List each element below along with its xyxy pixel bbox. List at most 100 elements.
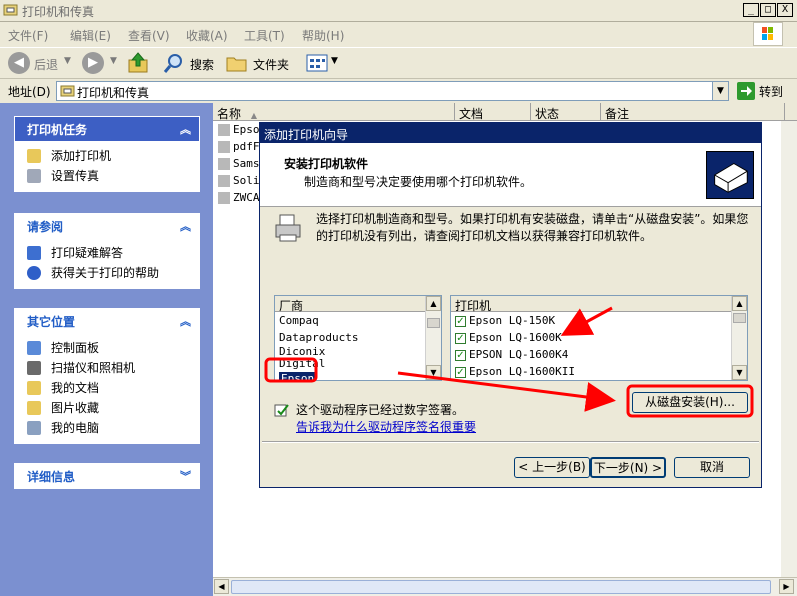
printer-model-item[interactable]: ✓ EPSON LQ-1600K4	[451, 346, 747, 363]
manufacturer-scrollbar[interactable]: ▲ ▼	[425, 296, 441, 380]
up-folder-icon[interactable]	[126, 51, 150, 75]
wizard-instruction: 选择打印机制造商和型号。如果打印机有安装磁盘，请单击“从磁盘安装”。如果您的打印…	[316, 212, 749, 243]
documents-folder-icon	[27, 381, 41, 395]
vertical-scrollbar[interactable]	[781, 121, 797, 577]
folders-button-label[interactable]: 文件夹	[253, 56, 289, 73]
column-documents[interactable]: 文档	[455, 103, 531, 121]
search-icon[interactable]	[163, 52, 185, 74]
printer-tasks-header[interactable]: 打印机任务 ︽	[15, 117, 199, 141]
scroll-thumb[interactable]	[733, 313, 746, 323]
setup-fax-link[interactable]: 设置传真	[25, 167, 199, 187]
collapse-icon[interactable]: ︽	[180, 218, 191, 234]
printer-model-item[interactable]: ✓ Epson LQ-1600K	[451, 329, 747, 346]
column-name[interactable]: 名称 ▲	[213, 103, 455, 121]
minimize-button[interactable]: _	[743, 3, 759, 17]
views-icon[interactable]	[306, 53, 328, 73]
troubleshoot-printing-link[interactable]: 打印疑难解答	[25, 244, 199, 264]
see-also-panel: 请参阅 ︽ 打印疑难解答 获得关于打印的帮助	[14, 213, 200, 289]
close-button[interactable]: X	[777, 3, 793, 17]
forward-arrow-icon[interactable]: ▶	[82, 52, 104, 74]
signed-driver-icon: ✓	[455, 349, 466, 361]
scroll-up-icon[interactable]: ▲	[732, 296, 747, 311]
printer-model-listbox[interactable]: 打印机 ✓ Epson LQ-150K ✓ Epson LQ-1600K ✓ EPSO…	[450, 295, 748, 381]
back-arrow-icon[interactable]: ◀	[8, 52, 30, 74]
printer-icon	[218, 141, 230, 153]
my-pictures-link[interactable]: 图片收藏	[25, 399, 199, 419]
list-item[interactable]: Soli	[218, 174, 260, 187]
add-printer-link[interactable]: 添加打印机	[25, 147, 199, 167]
menu-tools[interactable]: 工具(T)	[244, 27, 285, 44]
scroll-up-icon[interactable]: ▲	[426, 296, 441, 311]
driver-signed-text: 这个驱动程序已经过数字签署。	[296, 403, 465, 417]
printer-folder-icon	[3, 4, 18, 16]
list-item[interactable]: pdfF	[218, 140, 260, 153]
address-input[interactable]: 打印机和传真 ▼	[56, 81, 729, 101]
fax-icon	[27, 169, 41, 183]
window-title: 打印机和传真	[22, 5, 95, 19]
manufacturer-item-selected[interactable]: Epson	[275, 370, 441, 380]
details-panel: 详细信息 ︾	[14, 463, 200, 489]
other-places-title: 其它位置	[27, 315, 76, 329]
menu-favorites[interactable]: 收藏(A)	[186, 27, 228, 44]
menu-bar: 文件(F) 编辑(E) 查看(V) 收藏(A) 工具(T) 帮助(H)	[0, 22, 797, 46]
menu-edit[interactable]: 编辑(E)	[70, 27, 111, 44]
details-title: 详细信息	[27, 470, 76, 484]
details-header[interactable]: 详细信息 ︾	[15, 464, 199, 488]
cancel-button[interactable]: 取消	[674, 457, 750, 478]
scroll-right-icon[interactable]: ▶	[779, 579, 794, 594]
horizontal-scroll-thumb[interactable]	[231, 580, 771, 594]
back-dropdown-icon[interactable]: ▼	[64, 56, 71, 66]
other-places-header[interactable]: 其它位置 ︽	[15, 309, 199, 333]
why-signing-important-link[interactable]: 告诉我为什么驱动程序签名很重要	[296, 418, 476, 435]
my-computer-link[interactable]: 我的电脑	[25, 419, 199, 439]
column-status[interactable]: 状态	[531, 103, 601, 121]
horizontal-scrollbar[interactable]: ◀ ▶	[213, 577, 797, 596]
menu-help[interactable]: 帮助(H)	[302, 27, 344, 44]
task-pane: 打印机任务 ︽ 添加打印机 设置传真 请参阅 ︽ 打印疑难解答 获得关于打印的帮…	[0, 103, 213, 596]
wizard-title-bar[interactable]: 添加打印机向导	[260, 123, 761, 143]
windows-logo-icon	[753, 22, 783, 46]
see-also-header[interactable]: 请参阅 ︽	[15, 214, 199, 238]
back-button[interactable]: < 上一步(B)	[514, 457, 590, 478]
signed-driver-icon	[274, 404, 289, 417]
printer-model-item[interactable]: ✓ Epson LQ-1600KII	[451, 363, 747, 380]
menu-file[interactable]: 文件(F)	[8, 27, 48, 44]
my-documents-link[interactable]: 我的文档	[25, 379, 199, 399]
manufacturer-item[interactable]: Digital	[275, 358, 441, 370]
views-dropdown-icon[interactable]: ▼	[331, 56, 338, 66]
separator	[262, 441, 759, 443]
list-item[interactable]: Sams	[218, 157, 260, 170]
go-button[interactable]: 转到	[735, 80, 795, 102]
back-button-label[interactable]: 后退	[34, 56, 58, 73]
address-dropdown-icon[interactable]: ▼	[712, 82, 728, 100]
column-comment[interactable]: 备注	[601, 103, 785, 121]
next-button[interactable]: 下一步(N) >	[590, 457, 666, 478]
search-button-label[interactable]: 搜索	[190, 56, 214, 73]
control-panel-link[interactable]: 控制面板	[25, 339, 199, 359]
wizard-header: 安装打印机软件 制造商和型号决定要使用哪个打印机软件。	[260, 143, 761, 207]
manufacturer-listbox[interactable]: 厂商 Compaq Dataproducts Diconix Digital E…	[274, 295, 442, 381]
scroll-down-icon[interactable]: ▼	[426, 365, 441, 380]
expand-icon[interactable]: ︾	[180, 468, 191, 484]
forward-dropdown-icon[interactable]: ▼	[110, 56, 117, 66]
menu-view[interactable]: 查看(V)	[128, 27, 170, 44]
address-value: 打印机和传真	[77, 86, 150, 100]
scroll-left-icon[interactable]: ◀	[214, 579, 229, 594]
manufacturer-item[interactable]: Compaq	[275, 312, 441, 329]
maximize-button[interactable]: □	[760, 3, 776, 17]
printer-wizard-icon	[706, 151, 754, 199]
printing-help-link[interactable]: 获得关于打印的帮助	[25, 264, 199, 284]
folders-icon[interactable]	[226, 53, 248, 73]
go-arrow-icon	[737, 82, 755, 100]
collapse-icon[interactable]: ︽	[180, 313, 191, 329]
title-bar[interactable]: 打印机和传真 _ □ X	[0, 0, 797, 22]
manufacturer-item[interactable]: Dataproducts	[275, 329, 441, 346]
have-disk-button[interactable]: 从磁盘安装(H)...	[632, 392, 748, 413]
scanners-cameras-link[interactable]: 扫描仪和照相机	[25, 359, 199, 379]
printer-model-item[interactable]: ✓ Epson LQ-150K	[451, 312, 747, 329]
scroll-down-icon[interactable]: ▼	[732, 365, 747, 380]
scroll-thumb[interactable]	[427, 318, 440, 328]
add-printer-wizard-dialog: 添加打印机向导 安装打印机软件 制造商和型号决定要使用哪个打印机软件。 选择打印…	[259, 122, 762, 488]
collapse-icon[interactable]: ︽	[180, 121, 191, 137]
printer-scrollbar[interactable]: ▲ ▼	[731, 296, 747, 380]
